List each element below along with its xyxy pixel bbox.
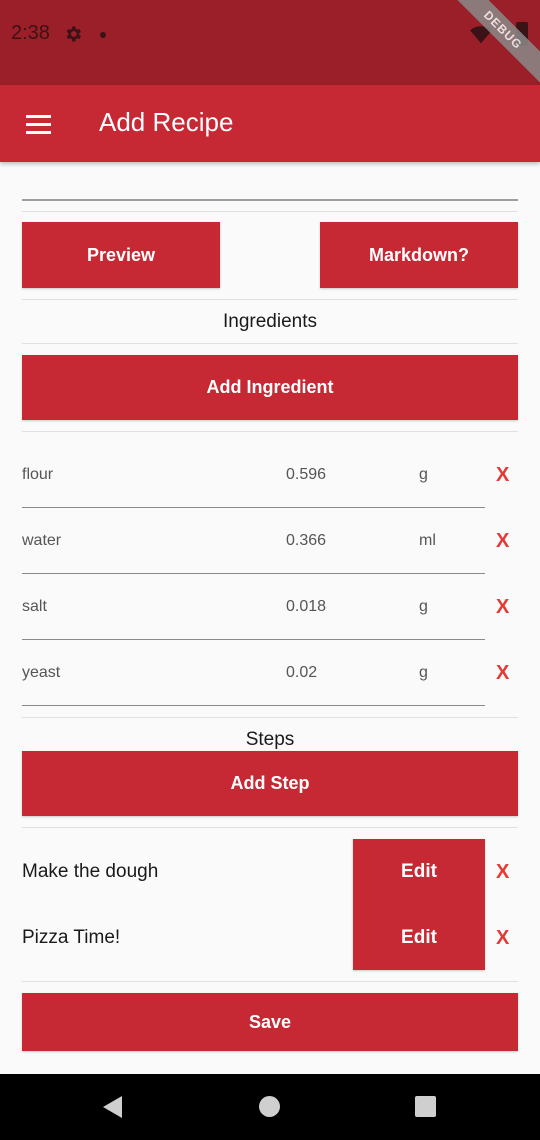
ingredient-name-input[interactable]: water xyxy=(22,532,61,550)
delete-ingredient-button[interactable]: X xyxy=(496,530,509,553)
debug-banner: DEBUG xyxy=(442,0,540,91)
delete-step-button[interactable]: X xyxy=(496,927,509,950)
page-title: Add Recipe xyxy=(99,107,234,137)
divider xyxy=(22,211,518,212)
delete-ingredient-button[interactable]: X xyxy=(496,464,509,487)
ingredient-name-input[interactable]: flour xyxy=(22,466,53,484)
ingredient-qty-input[interactable]: 0.018 xyxy=(286,598,326,616)
delete-step-button[interactable]: X xyxy=(496,861,509,884)
step-label: Make the dough xyxy=(22,861,159,882)
add-ingredient-button[interactable]: Add Ingredient xyxy=(22,355,518,420)
ingredient-unit-input[interactable]: g xyxy=(419,664,428,682)
ingredient-row: flour 0.596 g X xyxy=(22,443,522,509)
ingredient-qty-input[interactable]: 0.596 xyxy=(286,466,326,484)
ingredient-row: water 0.366 ml X xyxy=(22,509,522,575)
divider xyxy=(22,717,518,718)
ingredients-heading: Ingredients xyxy=(222,311,317,332)
status-time: 2:38 xyxy=(11,22,50,44)
edit-step-button[interactable]: Edit xyxy=(353,861,485,883)
step-label: Pizza Time! xyxy=(22,927,121,948)
ingredient-name-input[interactable]: yeast xyxy=(22,664,60,682)
back-icon[interactable] xyxy=(103,1096,122,1118)
ingredient-unit-input[interactable]: g xyxy=(419,598,428,616)
recipe-title-input[interactable] xyxy=(22,199,518,201)
ingredient-qty-input[interactable]: 0.366 xyxy=(286,532,326,550)
status-bar: 2:38 DEBUG xyxy=(0,0,540,91)
markdown-button[interactable]: Markdown? xyxy=(320,222,518,288)
ingredient-name-input[interactable]: salt xyxy=(22,598,47,616)
settings-icon xyxy=(66,26,81,42)
recents-icon[interactable] xyxy=(415,1096,436,1117)
add-step-button[interactable]: Add Step xyxy=(22,751,518,816)
edit-step-button[interactable]: Edit xyxy=(353,927,485,949)
divider xyxy=(22,827,518,828)
divider xyxy=(22,431,518,432)
divider xyxy=(22,981,518,982)
app-bar xyxy=(0,85,540,162)
delete-ingredient-button[interactable]: X xyxy=(496,662,509,685)
save-button[interactable]: Save xyxy=(22,993,518,1051)
preview-button[interactable]: Preview xyxy=(22,222,220,288)
field-underline xyxy=(22,507,485,508)
ingredient-qty-input[interactable]: 0.02 xyxy=(286,664,317,682)
field-underline xyxy=(22,639,485,640)
edit-buttons-background xyxy=(353,839,485,970)
steps-heading: Steps xyxy=(245,729,295,750)
field-underline xyxy=(22,573,485,574)
notification-dot xyxy=(100,32,106,38)
ingredient-row: salt 0.018 g X xyxy=(22,575,522,641)
divider xyxy=(22,343,518,344)
divider xyxy=(22,299,518,300)
delete-ingredient-button[interactable]: X xyxy=(496,596,509,619)
field-underline xyxy=(22,705,485,706)
home-icon[interactable] xyxy=(259,1096,280,1117)
ingredient-row: yeast 0.02 g X xyxy=(22,641,522,707)
ingredient-unit-input[interactable]: ml xyxy=(419,532,436,550)
menu-icon[interactable] xyxy=(26,115,51,134)
ingredient-unit-input[interactable]: g xyxy=(419,466,428,484)
